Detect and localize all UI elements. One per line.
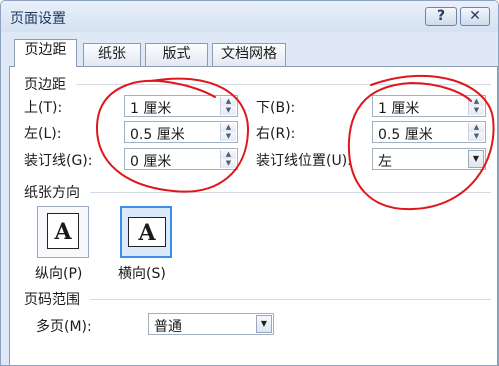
top-margin-label: 上(T):	[24, 100, 63, 116]
pages-section-title: 页码范围	[24, 292, 80, 308]
tab-paper[interactable]: 纸张	[83, 43, 141, 66]
spin-up-icon[interactable]: ▲	[221, 150, 236, 159]
landscape-button[interactable]: A	[120, 206, 172, 258]
multiple-pages-select[interactable]: 普通 ▼	[148, 313, 274, 335]
right-margin-input[interactable]: 0.5 厘米 ▲ ▼	[372, 121, 486, 143]
gutter-value: 0 厘米	[130, 154, 172, 170]
dialog-title: 页面设置	[10, 11, 66, 27]
chevron-down-icon[interactable]: ▼	[256, 315, 272, 333]
multiple-pages-value: 普通	[154, 319, 182, 335]
section-divider	[90, 192, 491, 193]
tab-panel: 页边距 上(T): 1 厘米 ▲ ▼ 下(B): 1 厘米 ▲ ▼ 左(L): 0.…	[9, 66, 498, 365]
multiple-pages-label: 多页(M):	[36, 319, 92, 335]
top-margin-input[interactable]: 1 厘米 ▲ ▼	[124, 95, 238, 117]
orientation-section-title: 纸张方向	[24, 185, 80, 201]
tab-margins[interactable]: 页边距	[14, 39, 77, 67]
help-button[interactable]: ?	[425, 7, 457, 26]
tab-document-grid[interactable]: 文档网格	[212, 43, 286, 66]
spin-down-icon[interactable]: ▼	[221, 159, 236, 168]
landscape-label: 横向(S)	[118, 266, 166, 282]
right-margin-value: 0.5 厘米	[378, 127, 433, 143]
close-icon: ✕	[469, 8, 481, 24]
left-margin-value: 0.5 厘米	[130, 127, 185, 143]
close-button[interactable]: ✕	[460, 7, 490, 26]
help-icon: ?	[436, 8, 446, 24]
spin-up-icon[interactable]: ▲	[221, 123, 236, 132]
title-bar: 页面设置 ? ✕	[1, 1, 498, 32]
spin-up-icon[interactable]: ▲	[469, 123, 484, 132]
bottom-margin-input[interactable]: 1 厘米 ▲ ▼	[372, 95, 486, 117]
tab-layout[interactable]: 版式	[145, 43, 208, 66]
spin-up-icon[interactable]: ▲	[221, 97, 236, 106]
gutter-position-label: 装订线位置(U):	[256, 153, 352, 169]
spin-down-icon[interactable]: ▼	[221, 106, 236, 115]
chevron-down-icon[interactable]: ▼	[468, 150, 484, 168]
gutter-position-select[interactable]: 左 ▼	[372, 148, 486, 170]
top-margin-value: 1 厘米	[130, 101, 172, 117]
portrait-label: 纵向(P)	[35, 266, 83, 282]
section-divider	[76, 84, 491, 85]
section-divider	[90, 299, 491, 300]
gutter-label: 装订线(G):	[24, 153, 93, 169]
portrait-button[interactable]: A	[37, 206, 89, 258]
margins-section-title: 页边距	[24, 77, 66, 93]
left-margin-label: 左(L):	[24, 126, 62, 142]
bottom-margin-label: 下(B):	[256, 100, 296, 116]
right-margin-label: 右(R):	[256, 126, 296, 142]
right-margin-spinner[interactable]: ▲ ▼	[468, 123, 484, 141]
spin-down-icon[interactable]: ▼	[469, 132, 484, 141]
left-margin-spinner[interactable]: ▲ ▼	[220, 123, 236, 141]
portrait-page-icon: A	[47, 213, 79, 249]
bottom-margin-spinner[interactable]: ▲ ▼	[468, 97, 484, 115]
spin-down-icon[interactable]: ▼	[469, 106, 484, 115]
spin-up-icon[interactable]: ▲	[469, 97, 484, 106]
gutter-input[interactable]: 0 厘米 ▲ ▼	[124, 148, 238, 170]
left-margin-input[interactable]: 0.5 厘米 ▲ ▼	[124, 121, 238, 143]
gutter-spinner[interactable]: ▲ ▼	[220, 150, 236, 168]
page-setup-dialog: 页面设置 ? ✕ 页边距 纸张 版式 文档网格 页边距 上(T): 1 厘米 ▲…	[0, 0, 499, 366]
landscape-page-icon: A	[128, 217, 166, 247]
gutter-position-value: 左	[378, 154, 392, 170]
spin-down-icon[interactable]: ▼	[221, 132, 236, 141]
top-margin-spinner[interactable]: ▲ ▼	[220, 97, 236, 115]
bottom-margin-value: 1 厘米	[378, 101, 420, 117]
